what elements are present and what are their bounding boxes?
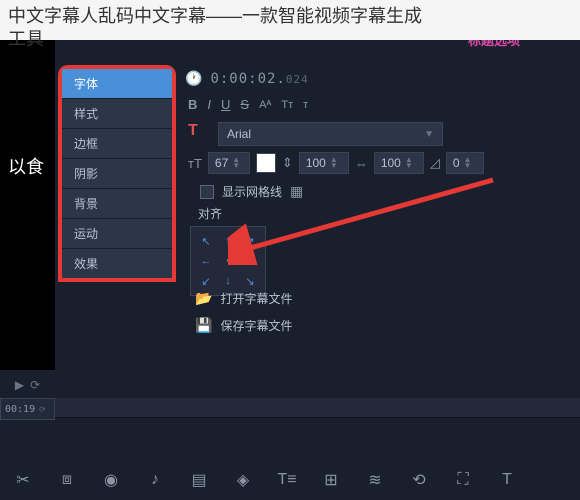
angle-spinner[interactable]: ▲▼ (464, 157, 472, 169)
dropdown-arrow-icon: ▼ (424, 129, 434, 140)
line-height-spinner[interactable]: ▲▼ (330, 157, 338, 169)
align-middle-center[interactable]: • (217, 251, 239, 271)
audio-tool-icon[interactable]: ♪ (144, 469, 166, 491)
underline-button[interactable]: U (221, 97, 230, 112)
split-tool-icon[interactable]: ⊞ (320, 469, 342, 491)
align-bottom-center[interactable]: ↓ (217, 271, 239, 291)
color-swatch[interactable] (256, 153, 276, 173)
font-size-icon: ᴛT (188, 156, 202, 171)
text-properties-menu: 字体 样式 边框 阴影 背景 运动 效果 (58, 65, 176, 282)
grid-icon[interactable]: ▦ (290, 183, 303, 200)
clear-format-button[interactable]: ᴛ (303, 99, 308, 111)
increase-size-button[interactable]: Aᴬ (259, 99, 271, 111)
font-size-spinner[interactable]: ▲▼ (232, 157, 240, 169)
gridline-row: 显示网格线 ▦ (200, 183, 303, 200)
align-top-center[interactable]: ↑ (217, 231, 239, 251)
strikethrough-button[interactable]: S (240, 97, 249, 112)
font-color-row: T (188, 122, 198, 140)
menu-item-font[interactable]: 字体 (62, 69, 172, 99)
cut-tool-icon[interactable]: ✂ (12, 469, 34, 491)
open-file-icon: 📂 (195, 290, 212, 307)
video-preview: 以食 (0, 28, 55, 370)
preview-controls: ▶ ⟳ (0, 370, 55, 400)
menu-item-background[interactable]: 背景 (62, 189, 172, 219)
save-file-icon: 💾 (195, 317, 212, 334)
gridline-checkbox[interactable] (200, 185, 214, 199)
menu-item-shadow[interactable]: 阴影 (62, 159, 172, 189)
crop-tool-icon[interactable]: ⧈ (56, 469, 78, 491)
menu-item-effect[interactable]: 效果 (62, 249, 172, 278)
title-tool-icon[interactable]: T (496, 469, 518, 491)
color-tool-icon[interactable]: ◉ (100, 469, 122, 491)
save-subtitle-label: 保存字幕文件 (220, 317, 292, 334)
italic-button[interactable]: I (207, 97, 211, 112)
align-bottom-right[interactable]: ↘ (239, 271, 261, 291)
kerning-icon: ⇔ (355, 156, 368, 171)
align-bottom-left[interactable]: ↙ (195, 271, 217, 291)
text-color-icon[interactable]: T (188, 122, 198, 140)
text-tool-icon[interactable]: T≡ (276, 469, 298, 491)
alignment-label: 对齐 (198, 205, 266, 222)
angle-icon: ◿ (430, 155, 440, 171)
alignment-grid: ↖ ↑ ↗ ← • → ↙ ↓ ↘ (190, 226, 266, 296)
loop-icon[interactable]: ⟳ (30, 378, 40, 392)
timecode: 🕐 0:00:02.024 (185, 70, 309, 87)
timecode-value: 0:00:02.024 (210, 71, 308, 87)
subtitle-file-actions: 📂 打开字幕文件 💾 保存字幕文件 (195, 290, 292, 344)
size-controls: ᴛT 67 ▲▼ ⇕ 100 ▲▼ ⇔ 100 ▲▼ ◿ 0 ▲▼ (188, 152, 484, 174)
overlay-tool-icon[interactable]: ▤ (188, 469, 210, 491)
align-middle-right[interactable]: → (239, 251, 261, 271)
timeline[interactable] (55, 398, 580, 458)
line-height-input[interactable]: 100 ▲▼ (299, 152, 349, 174)
font-size-input[interactable]: 67 ▲▼ (208, 152, 250, 174)
preview-text-snippet: 以食 (8, 153, 44, 179)
menu-item-motion[interactable]: 运动 (62, 219, 172, 249)
kerning-spinner[interactable]: ▲▼ (405, 157, 413, 169)
font-family-dropdown[interactable]: Arial ▼ (218, 122, 443, 146)
gridline-label: 显示网格线 (222, 183, 282, 200)
menu-item-border[interactable]: 边框 (62, 129, 172, 159)
align-top-left[interactable]: ↖ (195, 231, 217, 251)
bottom-toolbar: ✂ ⧈ ◉ ♪ ▤ ◈ T≡ ⊞ ≋ ⟲ ⛶ T (0, 460, 580, 500)
angle-input[interactable]: 0 ▲▼ (446, 152, 484, 174)
decrease-size-button[interactable]: Tᴛ (281, 99, 293, 111)
open-subtitle-label: 打开字幕文件 (220, 290, 292, 307)
font-family-value: Arial (227, 127, 251, 141)
format-toolbar: B I U S Aᴬ Tᴛ ᴛ (188, 97, 308, 112)
align-top-right[interactable]: ↗ (239, 231, 261, 251)
alignment-section: 对齐 ↖ ↑ ↗ ← • → ↙ ↓ ↘ (190, 205, 266, 296)
play-icon[interactable]: ▶ (15, 378, 24, 392)
bold-button[interactable]: B (188, 97, 197, 112)
rotate-tool-icon[interactable]: ⟲ (408, 469, 430, 491)
open-subtitle-button[interactable]: 📂 打开字幕文件 (195, 290, 292, 307)
speed-tool-icon[interactable]: ◈ (232, 469, 254, 491)
timeline-ruler[interactable] (55, 398, 580, 418)
save-subtitle-button[interactable]: 💾 保存字幕文件 (195, 317, 292, 334)
menu-item-style[interactable]: 样式 (62, 99, 172, 129)
pan-tool-icon[interactable]: ≋ (364, 469, 386, 491)
frame-tool-icon[interactable]: ⛶ (452, 469, 474, 491)
kerning-input[interactable]: 100 ▲▼ (374, 152, 424, 174)
line-height-icon: ⇕ (282, 155, 293, 171)
align-middle-left[interactable]: ← (195, 251, 217, 271)
clock-icon: 🕐 (185, 70, 202, 87)
page-title: 中文字幕人乱码中文字幕——一款智能视频字幕生成 工具 (0, 0, 580, 40)
timeline-time-display: 00:19 ⟳ (0, 398, 55, 420)
